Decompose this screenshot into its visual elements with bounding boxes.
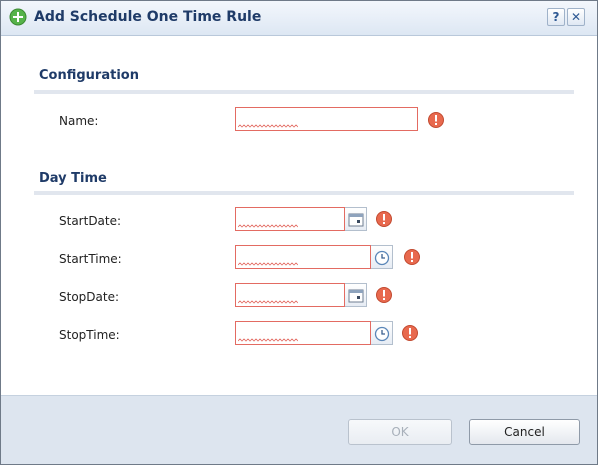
dialog-footer: OK Cancel bbox=[1, 395, 597, 464]
name-field[interactable] bbox=[235, 107, 418, 131]
add-circle-icon bbox=[9, 8, 27, 26]
stop-time-label: StopTime: bbox=[59, 328, 120, 342]
help-button[interactable]: ? bbox=[547, 8, 565, 26]
daytime-heading: Day Time bbox=[39, 171, 107, 186]
calendar-icon bbox=[348, 289, 364, 303]
exclamation-icon bbox=[428, 112, 444, 128]
configuration-heading: Configuration bbox=[39, 68, 139, 83]
cancel-button[interactable]: Cancel bbox=[469, 419, 580, 445]
configuration-divider bbox=[34, 90, 574, 94]
start-date-input[interactable] bbox=[236, 208, 344, 230]
start-time-picker-button[interactable] bbox=[371, 245, 393, 269]
stop-time-input[interactable] bbox=[236, 322, 370, 344]
start-date-field[interactable] bbox=[235, 207, 345, 231]
stop-time-picker-button[interactable] bbox=[371, 321, 393, 345]
dialog-title: Add Schedule One Time Rule bbox=[34, 9, 262, 25]
dialog-titlebar[interactable]: Add Schedule One Time Rule ? ✕ bbox=[1, 1, 597, 36]
daytime-divider bbox=[34, 191, 574, 195]
clock-icon bbox=[374, 326, 390, 342]
name-label: Name: bbox=[59, 114, 99, 128]
start-time-label: StartTime: bbox=[59, 252, 122, 266]
stop-date-picker-button[interactable] bbox=[345, 283, 367, 307]
stop-date-label: StopDate: bbox=[59, 290, 120, 304]
start-time-input[interactable] bbox=[236, 246, 370, 268]
calendar-icon bbox=[348, 213, 364, 227]
stop-date-input[interactable] bbox=[236, 284, 344, 306]
start-time-field[interactable] bbox=[235, 245, 371, 269]
exclamation-icon bbox=[376, 287, 392, 303]
start-date-picker-button[interactable] bbox=[345, 207, 367, 231]
stop-date-field[interactable] bbox=[235, 283, 345, 307]
exclamation-icon bbox=[404, 249, 420, 265]
exclamation-icon bbox=[402, 325, 418, 341]
exclamation-icon bbox=[376, 211, 392, 227]
add-schedule-dialog: Add Schedule One Time Rule ? ✕ Configura… bbox=[0, 0, 598, 465]
name-input[interactable] bbox=[236, 108, 417, 130]
ok-button[interactable]: OK bbox=[348, 419, 452, 445]
start-date-label: StartDate: bbox=[59, 214, 122, 228]
close-button[interactable]: ✕ bbox=[567, 8, 585, 26]
clock-icon bbox=[374, 250, 390, 266]
stop-time-field[interactable] bbox=[235, 321, 371, 345]
